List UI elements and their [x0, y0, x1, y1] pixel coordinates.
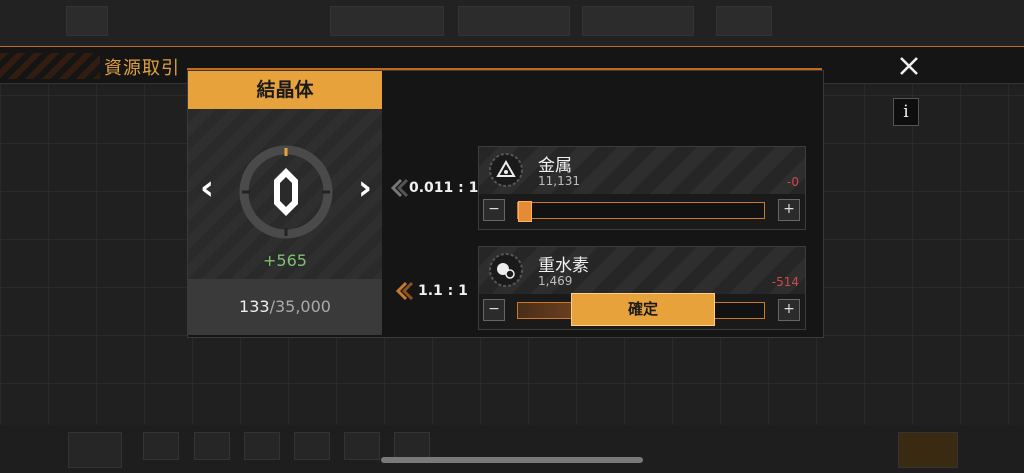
background-counter-1 — [458, 6, 570, 36]
source-resource-body: ‹ › +565 — [188, 109, 382, 279]
stock-max: /35,000 — [269, 297, 331, 316]
metal-decrease-button[interactable]: − — [483, 199, 505, 221]
background-slot — [394, 432, 430, 460]
background-map-button — [68, 432, 122, 468]
deuterium-rate: 1.1 : 1 — [418, 283, 468, 299]
background-bottom-hud — [0, 424, 1024, 473]
background-slot — [143, 432, 179, 460]
metal-icon — [489, 153, 523, 187]
stock-current: 133 — [239, 297, 270, 316]
close-button[interactable] — [896, 53, 922, 79]
deuterium-icon — [489, 253, 523, 287]
next-resource-button[interactable]: › — [358, 171, 372, 205]
metal-slider-thumb[interactable] — [518, 201, 532, 222]
crystal-icon — [239, 145, 333, 239]
rate-arrow-icon — [390, 178, 409, 198]
background-slot — [194, 432, 230, 460]
info-button[interactable]: i — [893, 98, 919, 126]
home-indicator[interactable] — [381, 457, 643, 463]
background-slot — [244, 432, 280, 460]
metal-delta: -0 — [787, 175, 799, 189]
rate-arrow-icon — [395, 281, 414, 301]
modal-title: 資源取引 — [104, 58, 180, 79]
background-slot — [294, 432, 330, 460]
metal-rate: 0.011 : 1 — [409, 180, 479, 196]
background-top-hud — [0, 0, 1024, 46]
source-resource-name: 結晶体 — [188, 71, 382, 109]
crystal-gain: +565 — [263, 251, 307, 270]
background-counter-2 — [582, 6, 694, 36]
metal-count: 11,131 — [538, 174, 580, 188]
background-energy-bar — [330, 6, 444, 36]
metal-row: 金属 11,131 -0 − + — [478, 146, 806, 230]
metal-header: 金属 11,131 -0 — [479, 147, 805, 194]
deuterium-increase-button[interactable]: + — [778, 299, 800, 321]
source-resource-card: 結晶体 ‹ › +565 133/35,000 — [188, 71, 382, 335]
metal-slider[interactable] — [517, 201, 765, 222]
prev-resource-button[interactable]: ‹ — [200, 171, 214, 205]
background-avatar — [716, 6, 772, 36]
header-stripe-decoration — [0, 53, 100, 79]
deuterium-delta: -514 — [771, 275, 799, 289]
deuterium-header: 重水素 1,469 -514 — [479, 247, 805, 294]
background-action-button — [898, 432, 958, 468]
confirm-button[interactable]: 確定 — [571, 293, 715, 326]
deuterium-name: 重水素 — [538, 256, 589, 276]
deuterium-count: 1,469 — [538, 274, 573, 288]
background-slot — [344, 432, 380, 460]
metal-increase-button[interactable]: + — [778, 199, 800, 221]
close-icon — [900, 57, 918, 75]
deuterium-decrease-button[interactable]: − — [483, 299, 505, 321]
crystal-stock: 133/35,000 — [188, 279, 382, 335]
background-profile-icon — [66, 6, 108, 36]
metal-name: 金属 — [538, 156, 572, 176]
